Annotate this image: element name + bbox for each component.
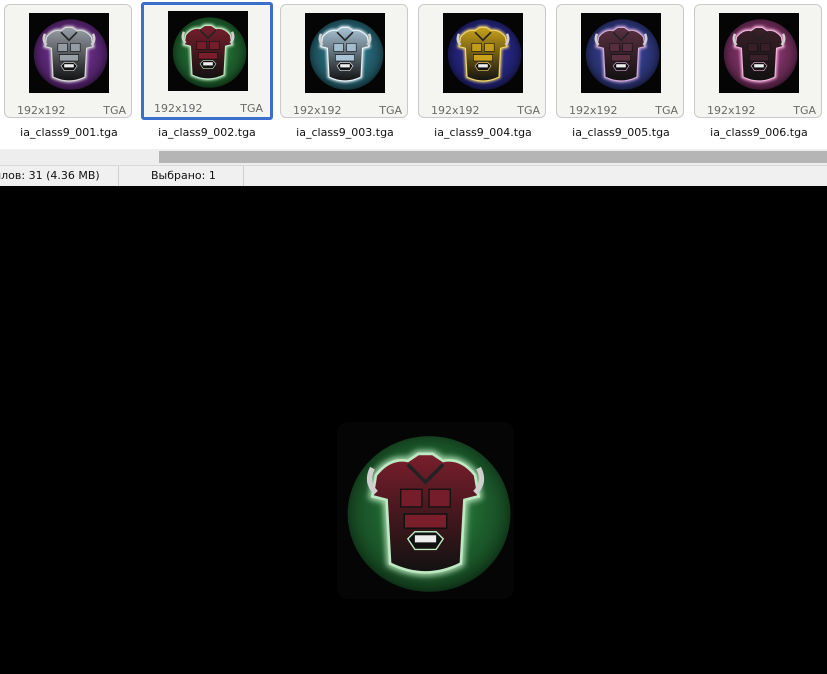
thumbnail-filename[interactable]: ia_class9_001.tga: [4, 126, 134, 139]
thumbnail-dimensions: 192x192: [293, 104, 342, 117]
thumbnail-item[interactable]: 192x192 TGA ia_class9_004.tga: [418, 0, 548, 149]
status-selected-count: Выбрано: 1: [119, 166, 244, 186]
thumbnail-format: TGA: [655, 104, 678, 117]
thumbnail-dimensions: 192x192: [569, 104, 618, 117]
thumbnail-item[interactable]: 192x192 TGA ia_class9_001.tga: [4, 0, 134, 149]
thumbnail-format: TGA: [103, 104, 126, 117]
thumbnail-item[interactable]: 192x192 TGA ia_class9_005.tga: [556, 0, 686, 149]
thumbnail-strip: 192x192 TGA ia_class9_001.tga 192x192 TG…: [0, 0, 827, 149]
thumbnail-image[interactable]: [719, 13, 799, 93]
thumbnail-filename[interactable]: ia_class9_002.tga: [142, 126, 272, 139]
thumbnail-filename[interactable]: ia_class9_003.tga: [280, 126, 410, 139]
thumbnail-card[interactable]: 192x192 TGA: [4, 4, 132, 118]
thumbnail-format: TGA: [240, 102, 263, 115]
thumbnail-item[interactable]: 192x192 TGA ia_class9_002.tga: [141, 0, 273, 149]
thumbnail-image[interactable]: [443, 13, 523, 93]
scrollbar-thumb[interactable]: [159, 151, 827, 163]
thumbnail-filename[interactable]: ia_class9_005.tga: [556, 126, 686, 139]
thumbnail-filename[interactable]: ia_class9_004.tga: [418, 126, 548, 139]
horizontal-scrollbar[interactable]: [0, 149, 827, 165]
thumbnail-item[interactable]: 192x192 TGA ia_class9_003.tga: [280, 0, 410, 149]
thumbnail-dimensions: 192x192: [431, 104, 480, 117]
thumbnail-dimensions: 192x192: [154, 102, 203, 115]
thumbnail-image[interactable]: [168, 11, 248, 91]
thumbnail-dimensions: 192x192: [17, 104, 66, 117]
thumbnail-card[interactable]: 192x192 TGA: [418, 4, 546, 118]
thumbnail-filename[interactable]: ia_class9_006.tga: [694, 126, 824, 139]
thumbnail-card[interactable]: 192x192 TGA: [280, 4, 408, 118]
thumbnail-card[interactable]: 192x192 TGA: [141, 2, 273, 120]
thumbnail-card[interactable]: 192x192 TGA: [694, 4, 822, 118]
thumbnail-card[interactable]: 192x192 TGA: [556, 4, 684, 118]
thumbnail-format: TGA: [379, 104, 402, 117]
thumbnail-image[interactable]: [305, 13, 385, 93]
thumbnail-image[interactable]: [29, 13, 109, 93]
status-bar: йлов: 31 (4.36 MB) Выбрано: 1: [0, 165, 827, 186]
thumbnail-item[interactable]: 192x192 TGA ia_class9_006.tga: [694, 0, 824, 149]
thumbnail-format: TGA: [517, 104, 540, 117]
thumbnail-format: TGA: [793, 104, 816, 117]
status-file-count: йлов: 31 (4.36 MB): [0, 166, 119, 186]
preview-image-armor-icon[interactable]: [337, 422, 514, 599]
thumbnail-image[interactable]: [581, 13, 661, 93]
thumbnail-dimensions: 192x192: [707, 104, 756, 117]
